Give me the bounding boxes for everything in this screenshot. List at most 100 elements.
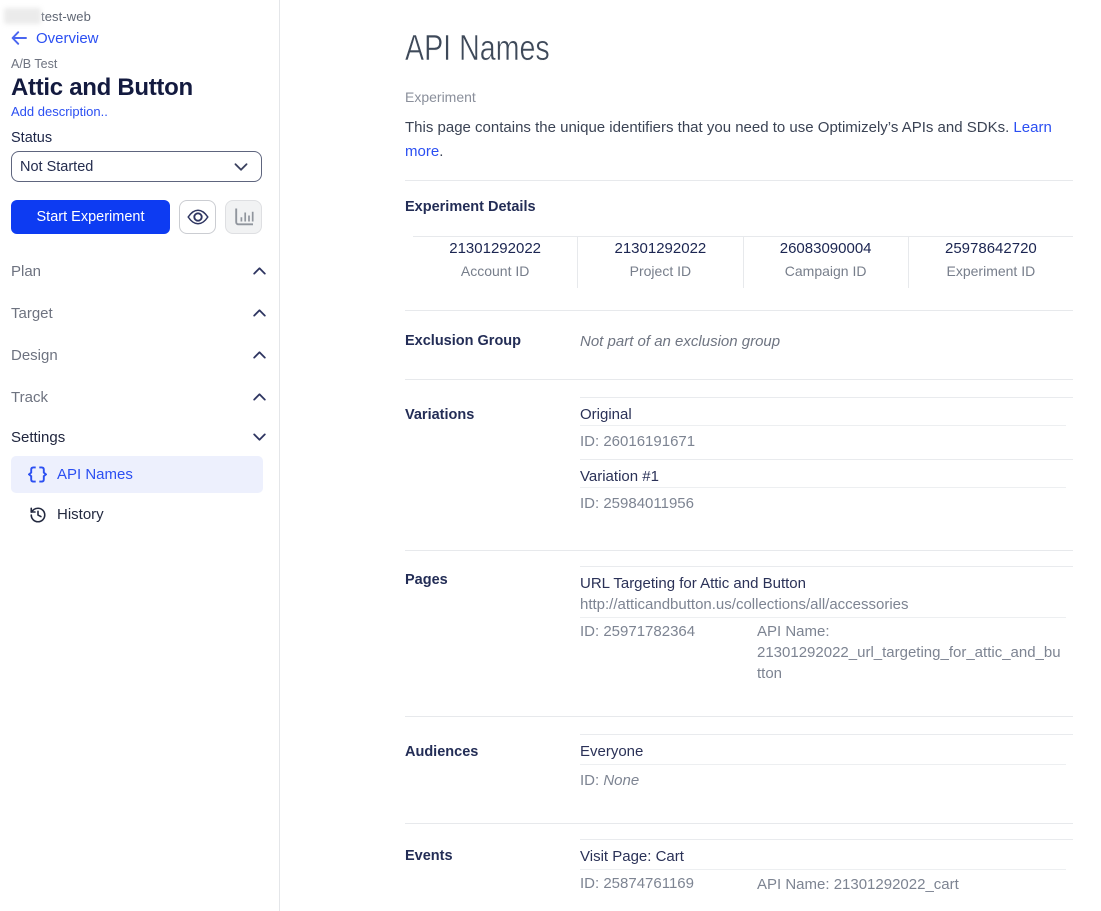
audience-name-row: Everyone [580, 734, 1073, 764]
event-name: Visit Page: Cart [580, 847, 1073, 866]
events-section: Events Visit Page: Cart ID: 25874761169 … [405, 824, 1073, 903]
status-select[interactable]: Not Started [11, 151, 262, 182]
design-label: Design [11, 347, 58, 364]
variations-list: Original ID: 26016191671 Variation #1 [580, 397, 1073, 521]
period: . [439, 143, 443, 160]
audience-id-prefix: ID: [580, 772, 603, 789]
experiment-type-label: A/B Test [11, 57, 279, 72]
history-label: History [57, 506, 104, 523]
arrow-left-icon [11, 31, 27, 45]
main-content: API Names Experiment This page contains … [280, 0, 1101, 911]
experiment-title: Attic and Button [11, 75, 279, 101]
description-text: This page contains the unique identifier… [405, 119, 1009, 136]
stat-label: Account ID [413, 262, 577, 280]
variation-name: Original [580, 405, 1073, 424]
audiences-label: Audiences [405, 717, 580, 823]
page-item: URL Targeting for Attic and Button http:… [580, 566, 1073, 692]
stat-value: 25978642720 [909, 239, 1073, 258]
sidebar-section-plan[interactable]: Plan [11, 250, 266, 292]
variation-name-row: Variation #1 [580, 459, 1073, 487]
variations-section: Variations Original ID: 26016191671 [405, 380, 1073, 550]
preview-button[interactable] [179, 200, 216, 234]
page-description: This page contains the unique identifier… [405, 116, 1073, 163]
add-description-link[interactable]: Add description.. [11, 104, 111, 120]
variation-name: Variation #1 [580, 467, 1073, 486]
audience-id-row: ID: None [580, 765, 1073, 798]
track-label: Track [11, 389, 48, 406]
experiment-details-heading: Experiment Details [405, 198, 1073, 216]
event-name-row: Visit Page: Cart [580, 839, 1073, 869]
audiences-section: Audiences Everyone ID: None [405, 717, 1073, 823]
event-id-row: ID: 25874761169 API Name: 21301292022_ca… [580, 870, 1073, 903]
variation-item: Variation #1 ID: 25984011956 [580, 459, 1073, 521]
page-name-row: URL Targeting for Attic and Button http:… [580, 566, 1073, 617]
stat-value: 21301292022 [578, 239, 742, 258]
variation-name-row: Original [580, 397, 1073, 425]
chevron-down-icon [253, 433, 266, 441]
stat-label: Project ID [578, 262, 742, 280]
sidebar-nav: Plan Target Design Track Settings [11, 250, 266, 533]
sidebar-section-track[interactable]: Track [11, 376, 266, 418]
page-title: API Names [405, 28, 936, 68]
audience-item: Everyone ID: None [580, 734, 1073, 798]
chevron-down-icon [234, 163, 248, 171]
eye-icon [187, 209, 209, 225]
stat-experiment-id: 25978642720 Experiment ID [908, 237, 1073, 288]
pages-list: URL Targeting for Attic and Button http:… [580, 566, 1073, 692]
bar-chart-icon [234, 208, 254, 227]
project-name: test-web [41, 9, 91, 24]
sidebar-item-history[interactable]: History [11, 496, 263, 533]
stat-label: Experiment ID [909, 262, 1073, 280]
braces-icon [28, 466, 47, 483]
page-id-row: ID: 25971782364 API Name: 21301292022_ur… [580, 618, 1073, 692]
sidebar-item-api-names[interactable]: API Names [11, 456, 263, 493]
pages-section: Pages URL Targeting for Attic and Button… [405, 551, 1073, 716]
exclusion-group-value: Not part of an exclusion group [580, 332, 1073, 351]
chevron-up-icon [253, 309, 266, 317]
start-experiment-button[interactable]: Start Experiment [11, 200, 170, 234]
page-url: http://atticandbutton.us/collections/all… [580, 595, 1073, 614]
sidebar-section-settings[interactable]: Settings [11, 418, 266, 456]
api-name-prefix: API Name: [757, 623, 830, 640]
audience-name: Everyone [580, 742, 1073, 761]
settings-label: Settings [11, 429, 65, 446]
overview-back-link[interactable]: Overview [11, 30, 121, 46]
action-buttons-row: Start Experiment [11, 200, 279, 234]
sidebar-section-design[interactable]: Design [11, 334, 266, 376]
audiences-list: Everyone ID: None [580, 734, 1073, 798]
exclusion-group-label: Exclusion Group [405, 332, 580, 351]
plan-label: Plan [11, 263, 41, 280]
variation-id-row: ID: 25984011956 [580, 488, 1073, 521]
page-id: ID: 25971782364 [580, 621, 757, 684]
audience-id: ID: None [580, 771, 757, 790]
stat-campaign-id: 26083090004 Campaign ID [743, 237, 908, 288]
api-names-label: API Names [57, 466, 133, 483]
events-label: Events [405, 824, 580, 903]
experiment-details-stats: 21301292022 Account ID 21301292022 Proje… [413, 236, 1073, 288]
target-label: Target [11, 305, 53, 322]
chevron-up-icon [253, 351, 266, 359]
variation-id-row: ID: 26016191671 [580, 426, 1073, 459]
events-list: Visit Page: Cart ID: 25874761169 API Nam… [580, 839, 1073, 903]
chevron-up-icon [253, 267, 266, 275]
page-api-name: API Name: 21301292022_url_targeting_for_… [757, 621, 1073, 684]
variations-label: Variations [405, 380, 580, 550]
history-icon [28, 506, 47, 524]
variation-id: ID: 26016191671 [580, 432, 757, 451]
stat-account-id: 21301292022 Account ID [413, 237, 577, 288]
page-subtitle: Experiment [405, 89, 1073, 106]
pages-label: Pages [405, 551, 580, 716]
sidebar: test-web Overview A/B Test Attic and But… [0, 0, 280, 911]
project-row: test-web [11, 8, 279, 24]
stat-label: Campaign ID [744, 262, 908, 280]
stat-project-id: 21301292022 Project ID [577, 237, 742, 288]
event-item: Visit Page: Cart ID: 25874761169 API Nam… [580, 839, 1073, 903]
variation-item: Original ID: 26016191671 [580, 397, 1073, 459]
divider [405, 180, 1073, 181]
status-label: Status [11, 129, 279, 147]
sidebar-section-target[interactable]: Target [11, 292, 266, 334]
results-button[interactable] [225, 200, 262, 234]
audience-id-value: None [603, 772, 639, 789]
overview-label: Overview [36, 30, 99, 47]
event-id: ID: 25874761169 [580, 874, 757, 895]
